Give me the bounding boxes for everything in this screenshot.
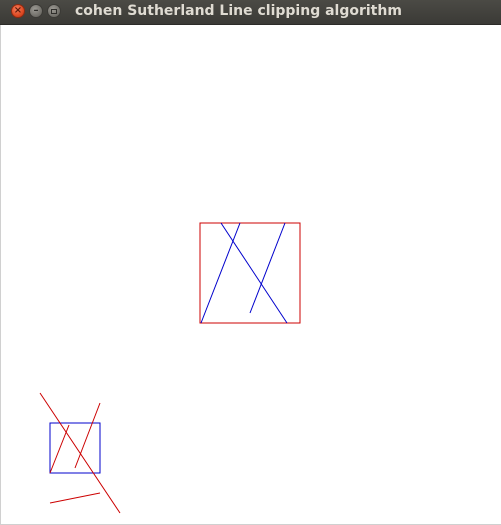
clipped-line-1 [200, 222, 241, 324]
maximize-icon [51, 8, 57, 14]
clip-window-original [49, 422, 101, 474]
original-line-2 [49, 424, 70, 474]
maximize-button[interactable] [47, 4, 61, 18]
clip-window-clipped [199, 222, 301, 324]
clipped-line-2 [220, 222, 288, 324]
original-line-1 [39, 392, 121, 514]
original-view [39, 392, 121, 514]
original-line-4 [49, 492, 101, 504]
window-frame-left [0, 25, 1, 525]
close-button[interactable]: × [11, 4, 25, 18]
minimize-button[interactable]: – [29, 4, 43, 18]
application-window: × – cohen Sutherland Line clipping algor… [0, 0, 501, 525]
original-line-3 [74, 402, 101, 469]
clipped-view [199, 222, 301, 324]
window-title: cohen Sutherland Line clipping algorithm [75, 3, 402, 19]
drawing-canvas [39, 222, 301, 514]
minimize-icon: – [33, 5, 39, 16]
title-bar[interactable]: × – cohen Sutherland Line clipping algor… [0, 0, 501, 25]
clipped-line-3 [249, 222, 286, 314]
close-icon: × [13, 5, 23, 16]
